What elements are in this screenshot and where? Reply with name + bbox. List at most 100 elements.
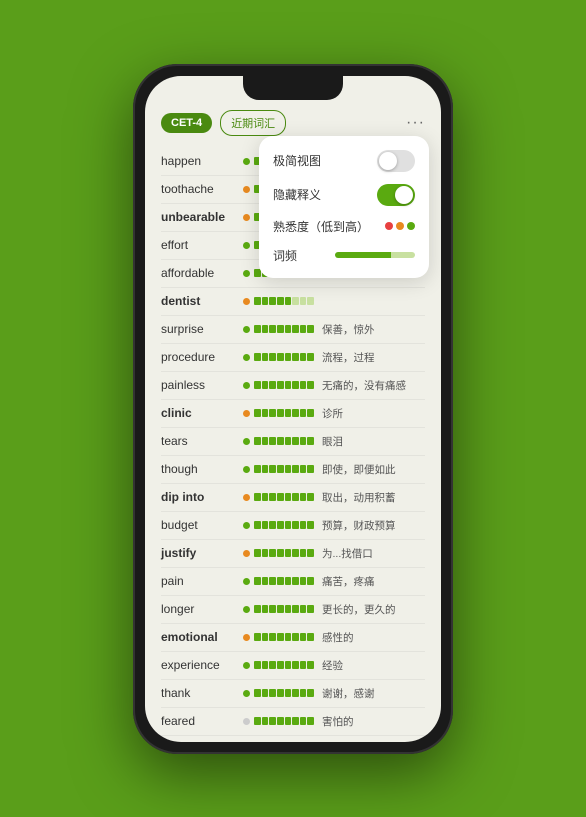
progress-segment xyxy=(262,717,269,725)
progress-segment xyxy=(307,577,314,585)
progress-segment xyxy=(292,549,299,557)
word-row[interactable]: dip into 取出，动用积蓄 xyxy=(161,484,425,512)
word-row[interactable]: thank谢谢，感谢 xyxy=(161,680,425,708)
progress-segment xyxy=(277,297,284,305)
progress-segment xyxy=(292,325,299,333)
progress-bar xyxy=(254,297,314,305)
word-translation: 取出，动用积蓄 xyxy=(322,490,425,505)
progress-segment xyxy=(292,689,299,697)
progress-segment xyxy=(277,493,284,501)
progress-segment xyxy=(262,493,269,501)
word-text: pain xyxy=(161,574,243,588)
progress-segment xyxy=(277,409,284,417)
progress-segment xyxy=(262,297,269,305)
toggle-knob-on xyxy=(395,186,413,204)
mastery-dot xyxy=(243,382,250,389)
progress-segment xyxy=(292,437,299,445)
toggle-knob-off xyxy=(379,152,397,170)
word-text: dip into xyxy=(161,490,243,504)
progress-bar xyxy=(254,577,314,585)
word-text: affordable xyxy=(161,266,243,280)
progress-bar xyxy=(254,381,314,389)
mastery-dot xyxy=(243,438,250,445)
progress-bar xyxy=(254,633,314,641)
word-row[interactable]: procedure流程，过程 xyxy=(161,344,425,372)
progress-segment xyxy=(262,689,269,697)
progress-segment xyxy=(254,661,261,669)
progress-segment xyxy=(292,353,299,361)
fam-dot-mid xyxy=(396,222,404,230)
progress-segment xyxy=(269,605,276,613)
hide-meaning-toggle[interactable] xyxy=(377,184,415,206)
word-row[interactable]: experience经验 xyxy=(161,652,425,680)
progress-segment xyxy=(269,549,276,557)
mastery-dot xyxy=(243,186,250,193)
familiarity-dots xyxy=(385,222,415,230)
progress-segment xyxy=(285,325,292,333)
word-text: thank xyxy=(161,686,243,700)
progress-bar xyxy=(254,353,314,361)
minimal-view-toggle[interactable] xyxy=(377,150,415,172)
mastery-dot xyxy=(243,606,250,613)
mastery-dot xyxy=(243,354,250,361)
word-row[interactable]: happier更高兴的，更开心的 xyxy=(161,736,425,742)
mastery-dot xyxy=(243,298,250,305)
progress-segment xyxy=(254,381,261,389)
progress-segment xyxy=(292,605,299,613)
word-text: budget xyxy=(161,518,243,532)
progress-segment xyxy=(300,549,307,557)
word-row[interactable]: though即使，即便如此 xyxy=(161,456,425,484)
word-text: longer xyxy=(161,602,243,616)
progress-segment xyxy=(277,689,284,697)
progress-segment xyxy=(300,325,307,333)
progress-bar xyxy=(254,549,314,557)
word-row[interactable]: dentist xyxy=(161,288,425,316)
phone-frame: CET-4 近期词汇 ··· happentoothacheunbearable… xyxy=(133,64,453,754)
progress-segment xyxy=(307,661,314,669)
hide-meaning-row: 隐藏释义 xyxy=(273,184,415,206)
frequency-bar xyxy=(335,252,415,258)
recent-tag[interactable]: 近期词汇 xyxy=(220,110,286,136)
progress-segment xyxy=(292,577,299,585)
word-text: happen xyxy=(161,154,243,168)
header: CET-4 近期词汇 ··· xyxy=(161,106,425,136)
word-row[interactable]: surprise保善，惊外 xyxy=(161,316,425,344)
progress-segment xyxy=(285,437,292,445)
word-text: dentist xyxy=(161,294,243,308)
cet4-tag[interactable]: CET-4 xyxy=(161,113,212,133)
screen-content: CET-4 近期词汇 ··· happentoothacheunbearable… xyxy=(145,76,441,742)
progress-segment xyxy=(254,521,261,529)
progress-segment xyxy=(292,465,299,473)
progress-segment xyxy=(285,633,292,641)
word-translation: 为...找借口 xyxy=(322,546,425,561)
progress-segment xyxy=(262,381,269,389)
mastery-dot xyxy=(243,214,250,221)
word-text: tears xyxy=(161,434,243,448)
mastery-dot xyxy=(243,494,250,501)
progress-segment xyxy=(277,465,284,473)
word-row[interactable]: pain 痛苦，疼痛 xyxy=(161,568,425,596)
progress-segment xyxy=(300,605,307,613)
word-row[interactable]: feared害怕的 xyxy=(161,708,425,736)
progress-segment xyxy=(307,717,314,725)
word-row[interactable]: budget预算，财政预算 xyxy=(161,512,425,540)
progress-segment xyxy=(269,381,276,389)
progress-segment xyxy=(269,689,276,697)
word-translation: 痛苦，疼痛 xyxy=(322,574,425,589)
progress-segment xyxy=(285,381,292,389)
mastery-dot xyxy=(243,690,250,697)
word-row[interactable]: tears 眼泪 xyxy=(161,428,425,456)
word-row[interactable]: emotional感性的 xyxy=(161,624,425,652)
progress-segment xyxy=(307,437,314,445)
word-row[interactable]: longer更长的，更久的 xyxy=(161,596,425,624)
progress-segment xyxy=(285,521,292,529)
word-row[interactable]: justify为...找借口 xyxy=(161,540,425,568)
mastery-dot xyxy=(243,578,250,585)
mastery-dot xyxy=(243,634,250,641)
word-row[interactable]: painless无痛的，没有痛感 xyxy=(161,372,425,400)
word-row[interactable]: clinic诊所 xyxy=(161,400,425,428)
progress-segment xyxy=(254,297,261,305)
word-translation: 眼泪 xyxy=(322,434,425,449)
progress-segment xyxy=(262,577,269,585)
more-options-icon[interactable]: ··· xyxy=(406,114,425,132)
